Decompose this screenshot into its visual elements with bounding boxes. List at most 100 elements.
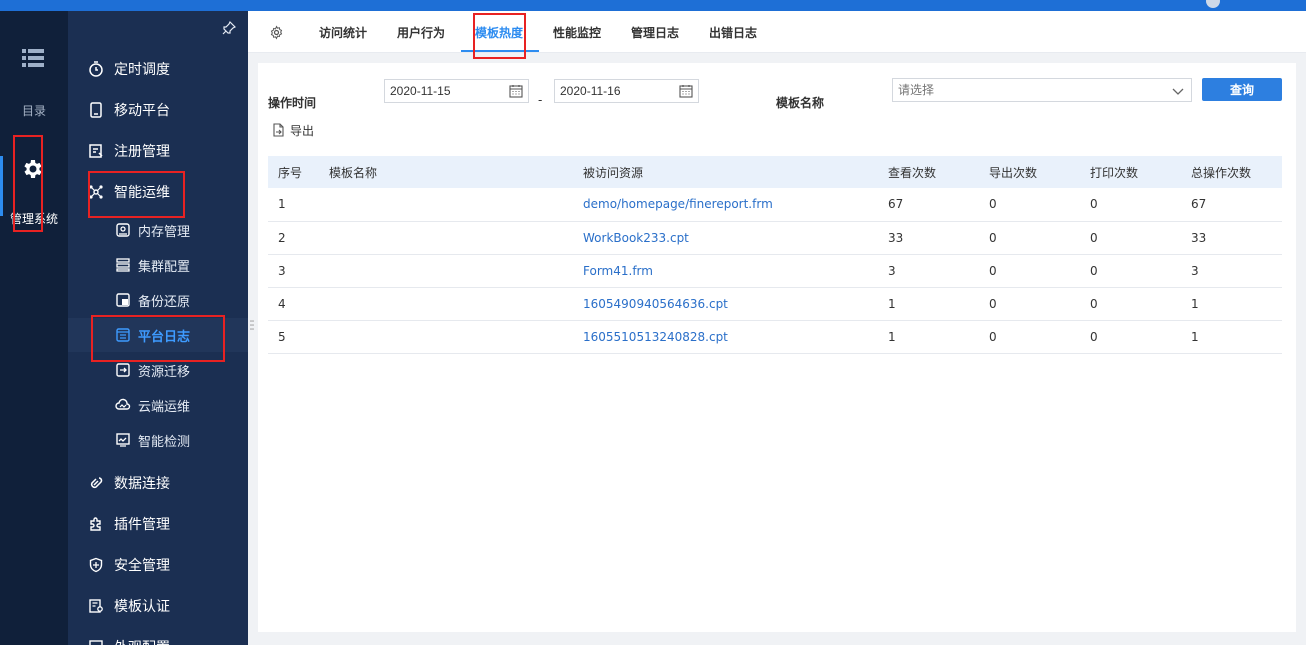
sidebar-item-appearance[interactable]: 外观配置 xyxy=(68,630,248,645)
end-date-field[interactable] xyxy=(554,79,699,103)
cell-views: 1 xyxy=(878,287,979,321)
tab-visit-stats[interactable]: 访问统计 xyxy=(319,24,367,41)
sidebar-item-label: 安全管理 xyxy=(114,558,170,574)
tab-error-log[interactable]: 出错日志 xyxy=(709,24,757,41)
end-date-input[interactable] xyxy=(555,80,675,102)
col-header-template-name[interactable]: 模板名称 xyxy=(319,156,573,188)
cell-template-name xyxy=(319,254,573,288)
date-separator: - xyxy=(538,93,543,107)
cell-no: 2 xyxy=(268,221,319,255)
cell-exports: 0 xyxy=(979,320,1080,354)
cell-resource-link[interactable]: Form41.frm xyxy=(573,254,878,288)
col-header-resource[interactable]: 被访问资源 xyxy=(573,156,878,188)
template-heat-table: 序号 模板名称 被访问资源 查看次数 导出次数 打印次数 总操作次数 1 dem… xyxy=(268,156,1282,354)
query-button[interactable]: 查询 xyxy=(1202,78,1282,101)
template-name-label: 模板名称 xyxy=(776,96,825,110)
tab-template-heat[interactable]: 模板热度 xyxy=(475,24,523,41)
col-header-total[interactable]: 总操作次数 xyxy=(1181,156,1282,188)
sidebar-item-plugins[interactable]: 插件管理 xyxy=(68,507,248,541)
backup-icon xyxy=(116,293,130,307)
cell-no: 1 xyxy=(268,188,319,222)
sidebar-item-register[interactable]: 注册管理 xyxy=(68,134,248,168)
sidebar-item-template-cert[interactable]: 模板认证 xyxy=(68,589,248,623)
tab-manage-log[interactable]: 管理日志 xyxy=(631,24,679,41)
shield-icon xyxy=(89,557,103,573)
top-bar xyxy=(0,0,1306,11)
chevron-down-icon[interactable] xyxy=(1172,85,1184,97)
main-area: 访问统计 用户行为 模板热度 性能监控 管理日志 出错日志 操作时间 - 模板名… xyxy=(248,11,1306,645)
system-label[interactable]: 管理系统 xyxy=(0,210,68,227)
sidebar-item-label: 模板认证 xyxy=(114,599,170,615)
cell-prints: 0 xyxy=(1080,221,1181,255)
cell-exports: 0 xyxy=(979,221,1080,255)
cell-resource-link[interactable]: demo/homepage/finereport.frm xyxy=(573,188,878,222)
sidebar-item-schedule[interactable]: 定时调度 xyxy=(68,52,248,86)
cell-views: 67 xyxy=(878,188,979,222)
log-icon xyxy=(116,328,130,342)
operation-time-label: 操作时间 xyxy=(268,96,317,110)
cell-resource-link[interactable]: WorkBook233.cpt xyxy=(573,221,878,255)
col-header-views[interactable]: 查看次数 xyxy=(878,156,979,188)
table-row[interactable]: 1 demo/homepage/finereport.frm 67 0 0 67 xyxy=(268,188,1282,222)
tab-bar: 访问统计 用户行为 模板热度 性能监控 管理日志 出错日志 xyxy=(248,11,1306,53)
settings-gear-icon[interactable] xyxy=(269,25,284,40)
cell-prints: 0 xyxy=(1080,188,1181,222)
table-row[interactable]: 2 WorkBook233.cpt 33 0 0 33 xyxy=(268,221,1282,255)
pin-icon[interactable] xyxy=(222,21,236,35)
sidebar-item-label: 外观配置 xyxy=(114,637,170,645)
cell-prints: 0 xyxy=(1080,320,1181,354)
start-date-field[interactable] xyxy=(384,79,529,103)
col-header-prints[interactable]: 打印次数 xyxy=(1080,156,1181,188)
sidebar-item-cloud-ops[interactable]: 云端运维 xyxy=(68,388,248,422)
cell-template-name xyxy=(319,320,573,354)
sidebar-item-cluster[interactable]: 集群配置 xyxy=(68,248,248,282)
sidebar-item-memory[interactable]: 内存管理 xyxy=(68,213,248,247)
cell-views: 1 xyxy=(878,320,979,354)
appearance-icon xyxy=(89,640,103,645)
sidebar-item-mobile[interactable]: 移动平台 xyxy=(68,93,248,127)
sidebar-item-label: 注册管理 xyxy=(114,144,170,160)
cell-total: 67 xyxy=(1181,188,1282,222)
tab-performance[interactable]: 性能监控 xyxy=(553,24,601,41)
catalog-label[interactable]: 目录 xyxy=(0,102,68,119)
sidebar-item-smart-ops[interactable]: 智能运维 xyxy=(68,175,248,209)
sidebar-item-migrate[interactable]: 资源迁移 xyxy=(68,353,248,387)
sidebar-item-security[interactable]: 安全管理 xyxy=(68,548,248,582)
calendar-icon[interactable] xyxy=(679,84,693,98)
cell-resource-link[interactable]: 1605510513240828.cpt xyxy=(573,320,878,354)
col-header-exports[interactable]: 导出次数 xyxy=(979,156,1080,188)
gear-icon[interactable] xyxy=(21,157,45,181)
sidebar-item-platform-log[interactable]: 平台日志 xyxy=(68,318,248,352)
export-button[interactable]: 导出 xyxy=(272,121,314,139)
col-header-no[interactable]: 序号 xyxy=(268,156,319,188)
sidebar: 定时调度 移动平台 注册管理 智能运维 内存管理 集群配置 备份还原 平台日志 … xyxy=(68,11,248,645)
cell-no: 3 xyxy=(268,254,319,288)
start-date-input[interactable] xyxy=(385,80,505,102)
mobile-icon xyxy=(90,102,102,118)
sidebar-item-backup[interactable]: 备份还原 xyxy=(68,283,248,317)
cell-total: 3 xyxy=(1181,254,1282,288)
table-header-row: 序号 模板名称 被访问资源 查看次数 导出次数 打印次数 总操作次数 xyxy=(268,156,1282,188)
sidebar-item-label: 智能运维 xyxy=(114,185,170,201)
table-row[interactable]: 5 1605510513240828.cpt 1 0 0 1 xyxy=(268,320,1282,354)
cell-template-name xyxy=(319,188,573,222)
template-cert-icon xyxy=(89,599,103,613)
sidebar-item-label: 云端运维 xyxy=(138,399,191,415)
cell-resource-link[interactable]: 1605490940564636.cpt xyxy=(573,287,878,321)
resize-handle-icon[interactable] xyxy=(250,319,254,333)
tab-user-behavior[interactable]: 用户行为 xyxy=(397,24,445,41)
cloud-ops-icon xyxy=(115,398,131,410)
template-name-input[interactable] xyxy=(893,79,1163,101)
sidebar-item-smart-check[interactable]: 智能检测 xyxy=(68,423,248,457)
calendar-icon[interactable] xyxy=(509,84,523,98)
cell-prints: 0 xyxy=(1080,287,1181,321)
cell-template-name xyxy=(319,221,573,255)
template-name-select[interactable] xyxy=(892,78,1192,102)
cell-template-name xyxy=(319,287,573,321)
sidebar-item-data-connection[interactable]: 数据连接 xyxy=(68,466,248,500)
table-row[interactable]: 4 1605490940564636.cpt 1 0 0 1 xyxy=(268,287,1282,321)
user-avatar[interactable] xyxy=(1206,0,1220,8)
table-row[interactable]: 3 Form41.frm 3 0 0 3 xyxy=(268,254,1282,288)
sidebar-item-label: 移动平台 xyxy=(114,103,170,119)
menu-list-icon[interactable] xyxy=(22,49,44,67)
